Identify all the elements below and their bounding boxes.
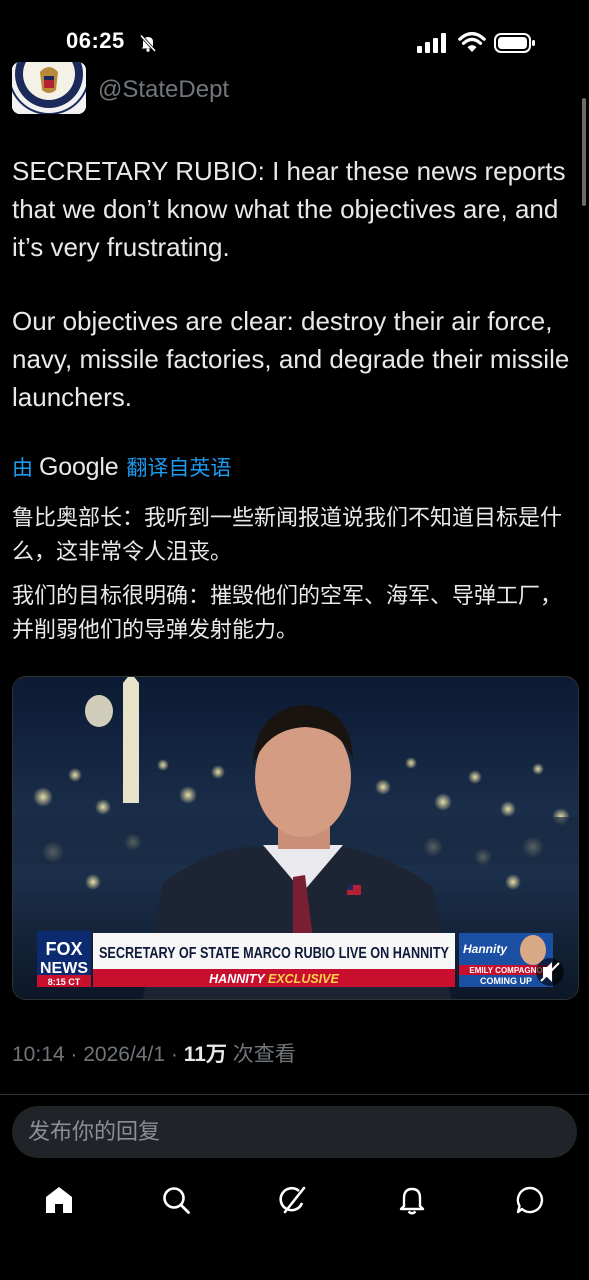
- view-count[interactable]: 11万: [184, 1043, 227, 1066]
- search-icon[interactable]: [160, 1184, 192, 1216]
- tweet-time: 10:14: [12, 1043, 65, 1066]
- broadcast-clock: 8:15 CT: [48, 977, 81, 987]
- tweet-date: 2026/4/1: [83, 1043, 165, 1066]
- bottom-nav: [0, 1170, 589, 1230]
- battery-icon: [494, 33, 535, 53]
- promo-status: COMING UP: [480, 976, 532, 986]
- translation-attribution: 由 Google 翻译自英语: [12, 450, 231, 484]
- tweet-text-paragraph: Our objectives are clear: destroy their …: [12, 306, 577, 412]
- meta-separator: ·: [170, 1043, 178, 1066]
- reply-input[interactable]: [12, 1106, 577, 1158]
- translated-from-english-link[interactable]: 翻译自英语: [126, 452, 231, 482]
- video-mute-button: [536, 958, 564, 986]
- status-bar: 06:25: [0, 0, 589, 80]
- news-lower-third: FOX NEWS 8:15 CT SECRETARY OF STATE MARC…: [37, 931, 553, 987]
- translation-prefix: 由: [12, 457, 33, 480]
- home-icon[interactable]: [43, 1184, 75, 1216]
- notifications-icon[interactable]: [396, 1184, 428, 1216]
- tweet-detail-screen: 06:25 @StateDept SECRETARY RUBIO: I hear…: [0, 0, 589, 1280]
- chyron-show-name: HANNITY EXCLUSIVE: [209, 972, 339, 986]
- fox-news-logo-bottom: NEWS: [40, 960, 88, 977]
- author-handle[interactable]: @StateDept: [98, 76, 229, 104]
- messages-icon[interactable]: [514, 1184, 546, 1216]
- meta-separator: ·: [70, 1043, 78, 1066]
- bell-slash-icon: [139, 34, 157, 52]
- promo-show-name: Hannity: [463, 942, 508, 956]
- cellular-signal-icon: [417, 33, 446, 53]
- headline-chyron: SECRETARY OF STATE MARCO RUBIO LIVE ON H…: [99, 945, 450, 962]
- translated-paragraph: 我们的目标很明确：摧毁他们的空军、海军、导弹工厂，并削弱他们的导弹发射能力。: [12, 584, 563, 643]
- divider: [0, 1094, 589, 1095]
- promo-guest-name: EMILY COMPAGNO: [469, 966, 542, 975]
- reply-box[interactable]: [12, 1106, 577, 1158]
- scrollbar[interactable]: [582, 98, 586, 206]
- status-time: 06:25: [66, 28, 125, 53]
- tweet-meta: 10:14 · 2026/4/1 · 11万 次查看: [12, 1038, 296, 1068]
- grok-icon[interactable]: [277, 1184, 309, 1216]
- view-label: 次查看: [232, 1043, 296, 1066]
- video-frame: FOX NEWS 8:15 CT SECRETARY OF STATE MARC…: [13, 677, 578, 999]
- tweet-text-paragraph: SECRETARY RUBIO: I hear these news repor…: [12, 156, 573, 262]
- translated-paragraph: 鲁比奥部长：我听到一些新闻报道说我们不知道目标是什么，这非常令人沮丧。: [12, 506, 563, 565]
- video-media[interactable]: FOX NEWS 8:15 CT SECRETARY OF STATE MARC…: [12, 676, 579, 1000]
- state-department-seal-icon: [12, 62, 86, 114]
- google-logo-text: Google: [39, 452, 119, 481]
- fox-news-logo-top: FOX: [45, 939, 82, 959]
- wifi-icon: [458, 32, 486, 52]
- author-avatar[interactable]: [12, 62, 86, 114]
